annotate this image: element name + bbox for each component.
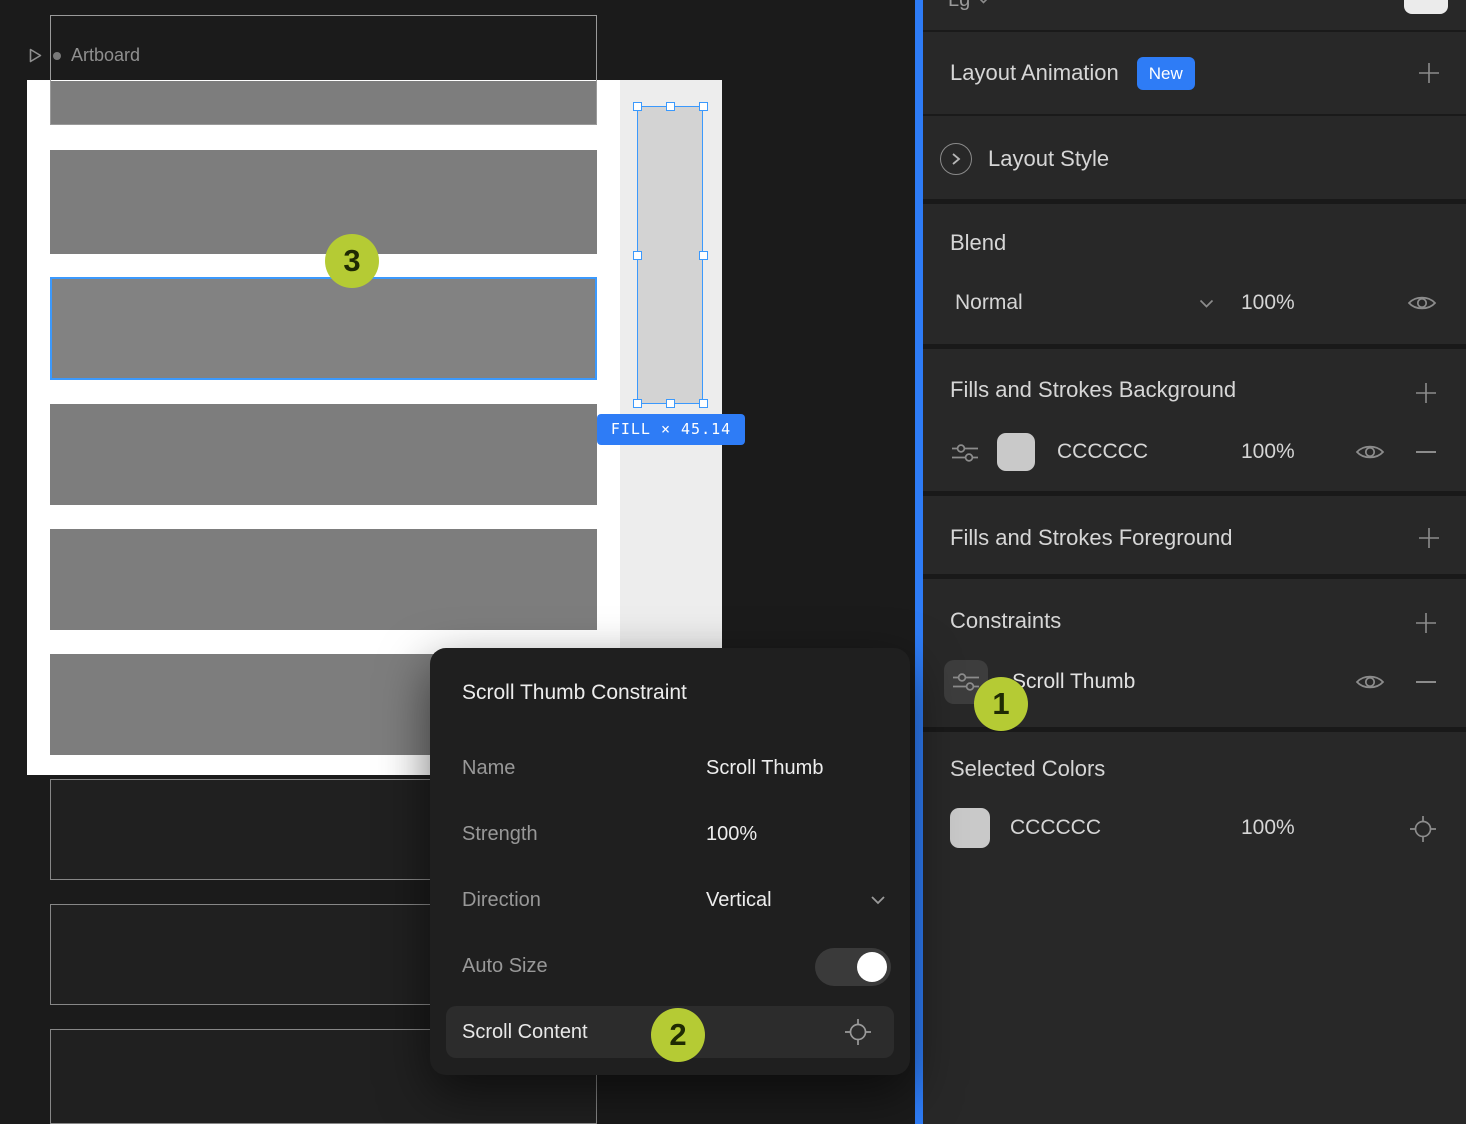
selected-color-swatch[interactable] <box>950 808 990 848</box>
fill-color-swatch[interactable] <box>997 433 1035 471</box>
popup-title: Scroll Thumb Constraint <box>462 681 687 704</box>
remove-constraint-button[interactable] <box>1415 680 1437 684</box>
constraints-title: Constraints <box>950 608 1062 633</box>
name-label: Name <box>462 757 516 779</box>
blend-section: Blend Normal 100% <box>923 209 1466 349</box>
panel-resize-divider[interactable] <box>915 0 923 1124</box>
fills-foreground-section: Fills and Strokes Foreground <box>923 501 1466 579</box>
panel-top-partial-label: Lg <box>948 0 970 12</box>
selected-colors-title: Selected Colors <box>950 756 1106 781</box>
add-constraint-button[interactable] <box>1413 610 1439 636</box>
selection-handle[interactable] <box>633 251 642 260</box>
constraint-item-label[interactable]: Scroll Thumb <box>1012 660 1135 704</box>
eye-icon[interactable] <box>1355 672 1385 692</box>
layout-style-row[interactable]: Layout Style <box>923 118 1466 204</box>
auto-size-toggle[interactable] <box>815 948 891 986</box>
toggle-knob[interactable] <box>857 952 887 982</box>
annotation-badge-3: 3 <box>325 234 379 288</box>
new-badge: New <box>1136 56 1195 90</box>
blend-mode-select[interactable]: Normal <box>955 285 1023 321</box>
layout-animation-row[interactable]: Layout Animation New <box>923 32 1466 116</box>
selection-handle[interactable] <box>699 399 708 408</box>
list-item-selected[interactable] <box>50 277 597 380</box>
selected-colors-section: Selected Colors CCCCCC 100% <box>923 737 1466 1124</box>
app-window: Artboard FILL × 45.14 Scroll Thumb Const… <box>0 0 1466 1124</box>
chevron-right-circle-icon[interactable] <box>940 142 972 175</box>
list-item[interactable] <box>51 81 596 124</box>
auto-size-label: Auto Size <box>462 955 548 977</box>
annotation-badge-1: 1 <box>974 677 1028 731</box>
annotation-badge-2: 2 <box>651 1008 705 1062</box>
selected-color-opacity-field[interactable]: 100% <box>1241 807 1295 849</box>
blend-opacity-field[interactable]: 100% <box>1241 285 1295 321</box>
layout-animation-title: Layout Animation <box>950 60 1119 85</box>
selection-handle[interactable] <box>666 399 675 408</box>
component-dot-icon <box>53 51 61 60</box>
blend-title: Blend <box>950 230 1007 255</box>
panel-top-partial-control[interactable]: Lg <box>948 0 990 13</box>
eye-icon[interactable] <box>1407 293 1437 313</box>
selection-handle[interactable] <box>699 251 708 260</box>
target-picker-icon[interactable] <box>1409 815 1437 843</box>
add-foreground-fill-button[interactable] <box>1416 525 1442 551</box>
remove-fill-button[interactable] <box>1415 450 1437 454</box>
adjust-icon <box>952 671 980 693</box>
direction-select[interactable]: Vertical <box>706 889 772 912</box>
list-item[interactable] <box>50 150 597 254</box>
fill-opacity-field[interactable]: 100% <box>1241 432 1295 472</box>
play-triangle-icon <box>28 47 43 64</box>
selection-handle[interactable] <box>699 102 708 111</box>
panel-top-partial-button[interactable] <box>1404 0 1448 14</box>
add-fill-button[interactable] <box>1413 380 1439 406</box>
size-tooltip: FILL × 45.14 <box>597 414 745 445</box>
strength-label: Strength <box>462 823 538 845</box>
scroll-content-label: Scroll Content <box>462 1021 588 1043</box>
selection-handle[interactable] <box>633 102 642 111</box>
direction-label: Direction <box>462 889 541 911</box>
inspector-panel: Lg Layout Animation New Layout Style Ble… <box>923 0 1466 1124</box>
eye-icon[interactable] <box>1355 442 1385 462</box>
artboard-label[interactable]: Artboard <box>28 45 140 66</box>
selection-handle[interactable] <box>633 399 642 408</box>
artboard-name: Artboard <box>71 45 141 65</box>
fills-foreground-title: Fills and Strokes Foreground <box>950 524 1233 550</box>
chevron-down-icon[interactable] <box>870 895 886 905</box>
selected-color-hex-field[interactable]: CCCCCC <box>1010 807 1101 849</box>
target-picker-icon[interactable] <box>844 1018 872 1046</box>
scroll-thumb[interactable] <box>633 102 708 408</box>
selection-handle[interactable] <box>666 102 675 111</box>
list-item[interactable] <box>50 529 597 630</box>
fill-color-hex-field[interactable]: CCCCCC <box>1057 432 1148 472</box>
fills-background-title: Fills and Strokes Background <box>950 377 1237 402</box>
fills-background-section: Fills and Strokes Background CCCCCC 100% <box>923 354 1466 496</box>
chevron-down-icon[interactable] <box>1199 299 1214 308</box>
chevron-down-icon <box>977 0 990 4</box>
list-item[interactable] <box>50 404 597 505</box>
layout-style-title: Layout Style <box>988 145 1110 171</box>
adjust-icon[interactable] <box>951 442 979 464</box>
name-value[interactable]: Scroll Thumb <box>706 757 823 780</box>
add-layout-animation-button[interactable] <box>1416 60 1442 86</box>
strength-value[interactable]: 100% <box>706 823 757 846</box>
